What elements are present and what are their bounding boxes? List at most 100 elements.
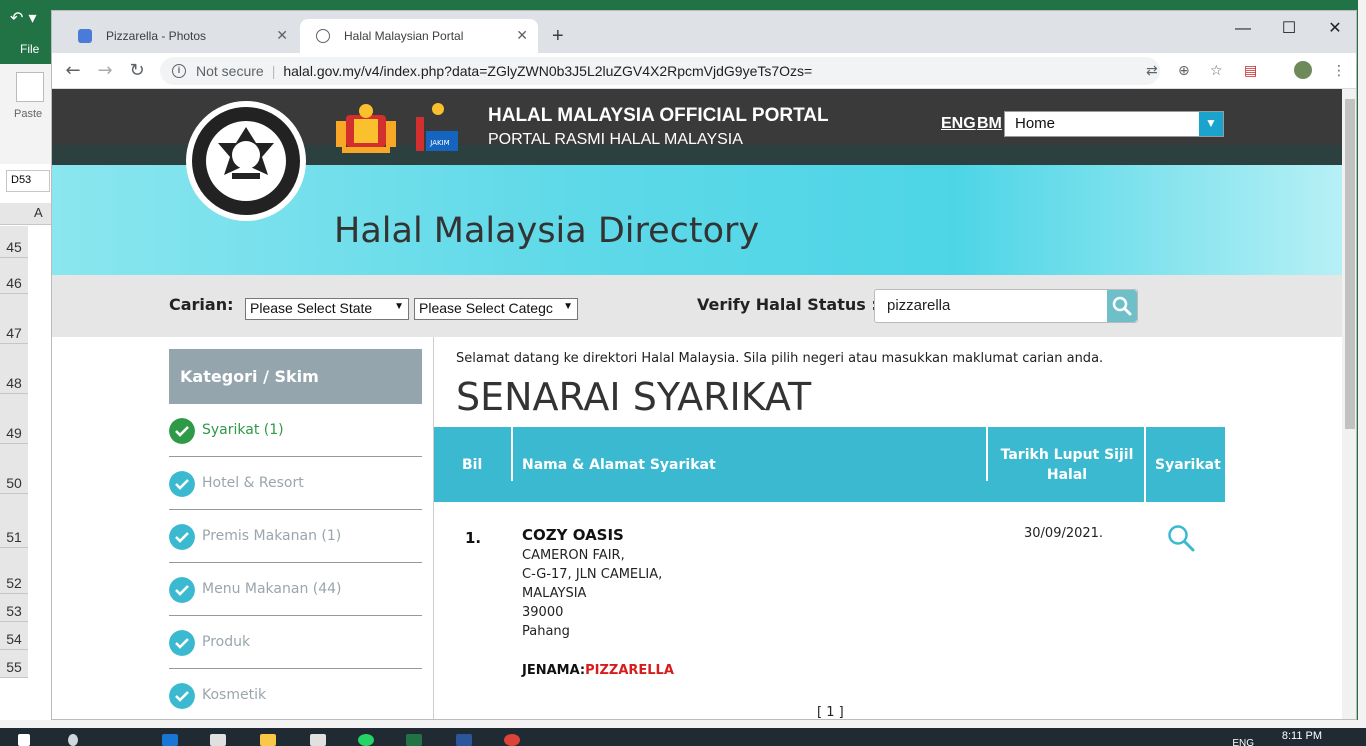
excel-name-box[interactable]: D53: [6, 170, 50, 192]
excel-row-header[interactable]: 48: [0, 344, 28, 394]
sidebar-item-label: Syarikat (1): [202, 422, 284, 438]
column-header-bil: Bil: [462, 456, 483, 473]
excel-row-header[interactable]: 46: [0, 258, 28, 294]
chevron-down-icon: ▼: [561, 301, 573, 312]
category-select[interactable]: Please Select Categc ▼: [414, 298, 578, 320]
mail-icon[interactable]: [210, 734, 226, 746]
excel-paste-label[interactable]: Paste: [14, 108, 42, 120]
sidebar-item-syarikat[interactable]: Syarikat (1): [169, 404, 422, 457]
bookmark-star-icon[interactable]: ☆: [1210, 63, 1223, 79]
reload-icon[interactable]: ↻: [124, 59, 150, 83]
address-bar[interactable]: i Not secure | halal.gov.my/v4/index.php…: [160, 57, 1160, 85]
undo-icon[interactable]: ↶ ▾: [10, 8, 37, 27]
sidebar-item-label: Kosmetik: [202, 687, 267, 703]
category-select-value: Please Select Categc: [419, 300, 553, 316]
brand-label: JENAMA:: [522, 663, 586, 678]
halal-malaysia-logo-icon: [186, 101, 306, 221]
tab-halal-portal[interactable]: Halal Malaysian Portal ✕: [300, 19, 538, 53]
excel-row-header[interactable]: 53: [0, 594, 28, 622]
paste-icon[interactable]: [16, 72, 44, 102]
column-separator: [986, 427, 988, 481]
banner-title: Halal Malaysia Directory: [334, 211, 760, 251]
sidebar-item-menu-makanan[interactable]: Menu Makanan (44): [169, 563, 422, 616]
excel-file-menu[interactable]: File: [20, 42, 39, 56]
word-icon[interactable]: [456, 734, 472, 746]
forward-icon[interactable]: →: [92, 59, 118, 83]
pagination[interactable]: [ 1 ]: [817, 705, 844, 719]
sidebar-item-hotel-resort[interactable]: Hotel & Resort: [169, 457, 422, 510]
excel-row-header[interactable]: 45: [0, 226, 28, 258]
welcome-text: Selamat datang ke direktori Halal Malays…: [456, 351, 1104, 366]
state-select-value: Please Select State: [250, 300, 373, 316]
column-header-syarikat: Syarikat: [1155, 456, 1221, 473]
lang-eng-link[interactable]: ENG: [941, 115, 976, 133]
verify-search-button[interactable]: [1107, 290, 1137, 322]
translate-icon[interactable]: ⇄: [1146, 63, 1158, 79]
sidebar-item-produk[interactable]: Produk: [169, 616, 422, 669]
excel-column-header: [0, 203, 52, 225]
excel-row-header[interactable]: 50: [0, 444, 28, 494]
page-scrollbar[interactable]: [1342, 89, 1356, 719]
excel-row-header[interactable]: 52: [0, 548, 28, 594]
column-header-tarikh-line1: Tarikh Luput Sijil: [1000, 446, 1134, 463]
tab-pizzarella-photos[interactable]: Pizzarella - Photos ✕: [62, 19, 298, 53]
results-table-header: Bil Nama & Alamat Syarikat Tarikh Luput …: [434, 427, 1225, 502]
taskbar-clock[interactable]: 8:11 PM: [1282, 730, 1322, 742]
close-icon[interactable]: ✕: [516, 27, 528, 44]
sidebar-item-label: Premis Makanan (1): [202, 528, 342, 544]
excel-column-a[interactable]: A: [34, 205, 43, 220]
sidebar-item-kosmetik[interactable]: Kosmetik: [169, 669, 422, 719]
maximize-icon[interactable]: ☐: [1266, 15, 1312, 43]
company-address-line: CAMERON FAIR,: [522, 548, 625, 563]
excel-row-header[interactable]: 47: [0, 294, 28, 344]
profile-avatar[interactable]: [1294, 61, 1312, 79]
whatsapp-icon[interactable]: [358, 734, 374, 746]
lang-bm-link[interactable]: BM: [977, 115, 1002, 133]
excel-icon[interactable]: [406, 734, 422, 746]
edge-icon[interactable]: [162, 734, 178, 746]
excel-row-header[interactable]: 49: [0, 394, 28, 444]
check-circle-icon: [169, 524, 195, 550]
jakim-logo-icon: JAKIM: [416, 103, 458, 151]
back-icon[interactable]: ←: [60, 59, 86, 83]
excel-right-edge: [1358, 0, 1366, 746]
row-number: 1.: [465, 529, 482, 547]
folder-icon[interactable]: [260, 734, 276, 746]
omnibox-divider: |: [271, 63, 276, 79]
chevron-down-icon: ▼: [394, 301, 404, 312]
pdf-extension-icon[interactable]: ▤: [1244, 63, 1257, 79]
chrome-icon[interactable]: [504, 734, 520, 746]
excel-row-header[interactable]: 55: [0, 650, 28, 678]
tab-title: Pizzarella - Photos: [106, 29, 207, 43]
jakim-label: JAKIM: [429, 139, 449, 147]
nav-select[interactable]: Home ▼: [1004, 111, 1224, 137]
verify-search-input[interactable]: pizzarella: [874, 289, 1138, 323]
taskbar-language[interactable]: ENG: [1232, 738, 1254, 746]
tab-strip: Pizzarella - Photos ✕ Halal Malaysian Po…: [52, 11, 1356, 53]
scrollbar-thumb[interactable]: [1345, 99, 1355, 429]
state-select[interactable]: Please Select State ▼: [245, 298, 409, 320]
company-address-line: 39000: [522, 605, 564, 620]
excel-row-header[interactable]: 51: [0, 494, 28, 548]
url-text[interactable]: halal.gov.my/v4/index.php?data=ZGlyZWN0b…: [283, 63, 812, 79]
search-icon[interactable]: [68, 734, 78, 746]
malaysia-crest-icon: [336, 104, 396, 153]
zoom-icon[interactable]: ⊕: [1178, 63, 1190, 79]
new-tab-button[interactable]: +: [552, 25, 564, 48]
close-window-icon[interactable]: ✕: [1312, 15, 1356, 43]
store-icon[interactable]: [310, 734, 326, 746]
portal-title: HALAL MALAYSIA OFFICIAL PORTAL: [488, 105, 829, 126]
excel-row-header[interactable]: 54: [0, 622, 28, 650]
sidebar-item-premis-makanan[interactable]: Premis Makanan (1): [169, 510, 422, 563]
menu-kebab-icon[interactable]: ⋮: [1332, 63, 1346, 79]
close-icon[interactable]: ✕: [276, 27, 288, 44]
view-company-search-icon[interactable]: [1166, 523, 1196, 553]
excel-bottom-bar: [0, 720, 1366, 728]
windows-start-icon[interactable]: [18, 734, 30, 746]
globe-icon: [316, 29, 330, 43]
info-icon[interactable]: i: [172, 64, 186, 78]
chevron-down-icon[interactable]: ▼: [1199, 112, 1223, 136]
minimize-icon[interactable]: —: [1220, 15, 1266, 43]
security-label: Not secure: [196, 63, 264, 79]
portal-subtitle: PORTAL RASMI HALAL MALAYSIA: [488, 131, 743, 148]
